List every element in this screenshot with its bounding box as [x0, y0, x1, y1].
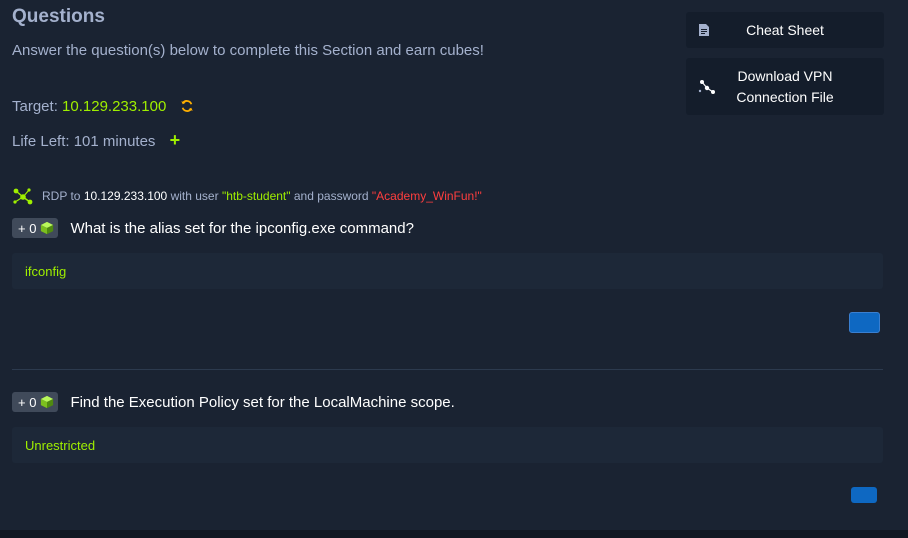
cheat-sheet-label: Cheat Sheet	[746, 22, 824, 38]
page-title: Questions	[12, 6, 105, 27]
download-vpn-label: Download VPN Connection File	[736, 67, 834, 105]
life-left: Life Left: 101 minutes +	[12, 130, 180, 151]
answer-field[interactable]: ifconfig	[12, 253, 883, 289]
cube-icon	[41, 395, 54, 409]
footer-bar	[0, 530, 908, 538]
rdp-instructions: RDP to 10.129.233.100 with user "htb-stu…	[12, 187, 482, 205]
divider	[12, 369, 883, 370]
refresh-icon[interactable]	[180, 99, 194, 113]
cube-reward-badge: + 0	[12, 218, 59, 238]
question-text: Find the Execution Policy set for the Lo…	[70, 393, 455, 411]
plus-icon[interactable]: +	[170, 130, 181, 150]
cube-icon	[41, 221, 54, 235]
cube-reward-badge: + 0	[12, 392, 59, 412]
submit-button[interactable]	[851, 487, 877, 503]
question-1: + 0 What is the alias set for the ipconf…	[12, 218, 414, 238]
target-info: Target: 10.129.233.100	[12, 98, 194, 115]
life-left-label: Life Left: 101 minutes	[12, 133, 156, 150]
network-icon	[13, 188, 33, 205]
cheat-sheet-button[interactable]: Cheat Sheet	[686, 12, 884, 48]
network-icon	[698, 79, 715, 94]
question-text: What is the alias set for the ipconfig.e…	[70, 219, 414, 237]
submit-button[interactable]	[849, 312, 880, 333]
document-icon	[699, 24, 709, 36]
question-2: + 0 Find the Execution Policy set for th…	[12, 392, 455, 412]
answer-field[interactable]: Unrestricted	[12, 427, 883, 463]
target-ip: 10.129.233.100	[62, 98, 167, 115]
page-subtitle: Answer the question(s) below to complete…	[12, 42, 484, 59]
target-label: Target:	[12, 98, 58, 115]
download-vpn-button[interactable]: Download VPN Connection File	[686, 58, 884, 115]
